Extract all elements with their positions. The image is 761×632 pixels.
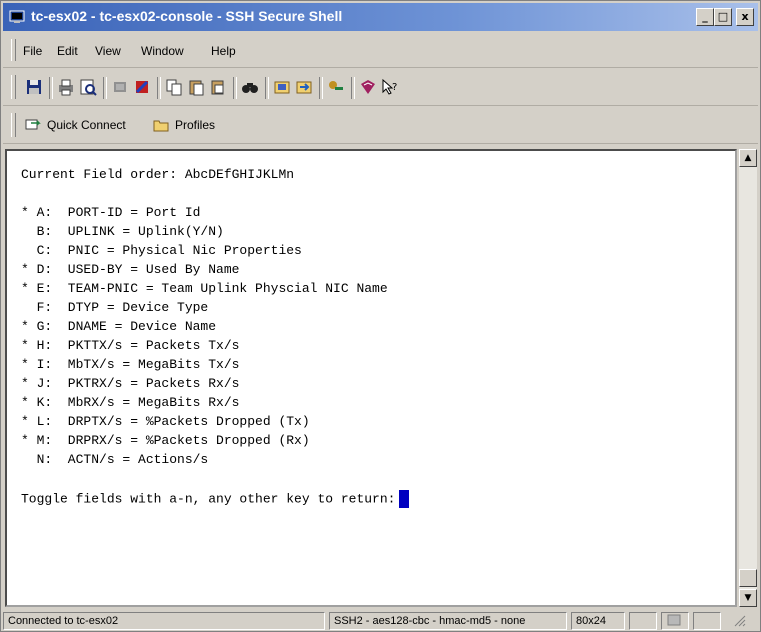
menubar-grip[interactable] bbox=[11, 39, 16, 61]
status-cipher: SSH2 - aes128-cbc - hmac-md5 - none bbox=[329, 612, 567, 630]
maximize-button[interactable]: □ bbox=[714, 8, 732, 26]
encryption-icon bbox=[667, 614, 681, 626]
print-preview-icon[interactable] bbox=[79, 78, 97, 96]
context-help-icon[interactable]: ? bbox=[381, 78, 399, 96]
scroll-down-button[interactable]: ▼ bbox=[739, 589, 757, 607]
folder-icon bbox=[153, 120, 169, 132]
terminal-prompt: Toggle fields with a-n, any other key to… bbox=[21, 491, 396, 507]
title-bar[interactable]: tc-esx02 - tc-esx02-console - SSH Secure… bbox=[3, 3, 758, 31]
terminal-line: * M: DRPRX/s = %Packets Dropped (Rx) bbox=[21, 433, 310, 448]
terminal-line: * H: PKTTX/s = Packets Tx/s bbox=[21, 338, 240, 353]
toolbar-separator bbox=[49, 77, 53, 99]
terminal-line: N: ACTN/s = Actions/s bbox=[21, 452, 209, 467]
profiles-button[interactable]: Profiles bbox=[153, 114, 233, 136]
toolbar: ? bbox=[3, 69, 758, 106]
svg-text:?: ? bbox=[392, 82, 397, 93]
status-bar: Connected to tc-esx02 SSH2 - aes128-cbc … bbox=[3, 611, 758, 631]
scroll-thumb[interactable] bbox=[739, 569, 757, 587]
settings-icon[interactable] bbox=[133, 78, 151, 96]
status-terminal-size: 80x24 bbox=[571, 612, 625, 630]
save-icon[interactable] bbox=[25, 78, 43, 96]
quick-connect-icon bbox=[25, 119, 41, 130]
menu-file[interactable]: File bbox=[23, 44, 42, 58]
terminal-line: * K: MbRX/s = MegaBits Rx/s bbox=[21, 395, 240, 410]
quick-connect-bar: Quick Connect Profiles bbox=[3, 107, 758, 144]
terminal-line: * D: USED-BY = Used By Name bbox=[21, 262, 240, 277]
quickbar-grip[interactable] bbox=[11, 113, 16, 137]
terminal-prompt-line: Toggle fields with a-n, any other key to… bbox=[21, 490, 410, 508]
scroll-up-button[interactable]: ▲ bbox=[739, 149, 757, 167]
copy-icon[interactable] bbox=[165, 78, 183, 96]
terminal-line: B: UPLINK = Uplink(Y/N) bbox=[21, 224, 224, 239]
app-icon bbox=[9, 10, 25, 23]
paste-icon[interactable] bbox=[187, 78, 205, 96]
terminal-cursor bbox=[399, 490, 410, 508]
new-terminal-icon[interactable] bbox=[273, 78, 291, 96]
status-panel-empty bbox=[629, 612, 657, 630]
minimize-button[interactable]: _ bbox=[696, 8, 714, 26]
vertical-scrollbar[interactable]: ▲ ▼ bbox=[739, 149, 757, 607]
status-connection: Connected to tc-esx02 bbox=[3, 612, 325, 630]
close-button[interactable]: x bbox=[736, 8, 754, 26]
terminal-line: * E: TEAM-PNIC = Team Uplink Physcial NI… bbox=[21, 281, 388, 296]
print-icon[interactable] bbox=[57, 78, 75, 96]
toolbar-separator bbox=[233, 77, 237, 99]
toolbar-separator bbox=[157, 77, 161, 99]
terminal-area[interactable]: Current Field order: AbcDEfGHIJKLMn * A:… bbox=[5, 149, 737, 607]
new-file-transfer-icon[interactable] bbox=[295, 78, 313, 96]
ssh-client-window: tc-esx02 - tc-esx02-console - SSH Secure… bbox=[0, 0, 761, 632]
terminal-line: * A: PORT-ID = Port Id bbox=[21, 205, 201, 220]
paste-alt-icon[interactable] bbox=[209, 78, 227, 96]
toolbar-separator bbox=[351, 77, 355, 99]
menu-help[interactable]: Help bbox=[211, 44, 236, 58]
disconnect-icon[interactable] bbox=[111, 78, 129, 96]
status-panel-empty bbox=[693, 612, 721, 630]
terminal-line: Current Field order: AbcDEfGHIJKLMn bbox=[21, 167, 295, 182]
help-book-icon[interactable] bbox=[359, 78, 377, 96]
terminal-line: * L: DRPTX/s = %Packets Dropped (Tx) bbox=[21, 414, 310, 429]
terminal-line: * G: DNAME = Device Name bbox=[21, 319, 217, 334]
menu-view[interactable]: View bbox=[95, 44, 121, 58]
resize-grip[interactable] bbox=[725, 612, 757, 630]
terminal-line: F: DTYP = Device Type bbox=[21, 300, 209, 315]
profiles-label: Profiles bbox=[175, 118, 216, 132]
terminal-line: * J: PKTRX/s = Packets Rx/s bbox=[21, 376, 240, 391]
menu-edit[interactable]: Edit bbox=[57, 44, 78, 58]
quick-connect-button[interactable]: Quick Connect bbox=[25, 114, 143, 136]
menu-window[interactable]: Window bbox=[141, 44, 184, 58]
quick-connect-label: Quick Connect bbox=[47, 118, 126, 132]
find-icon[interactable] bbox=[241, 78, 259, 96]
window-title: tc-esx02 - tc-esx02-console - SSH Secure… bbox=[31, 8, 343, 24]
terminal-line: C: PNIC = Physical Nic Properties bbox=[21, 243, 302, 258]
key-icon[interactable] bbox=[327, 78, 345, 96]
toolbar-separator bbox=[103, 77, 107, 99]
toolbar-grip[interactable] bbox=[11, 75, 16, 99]
menu-bar: File Edit View Window Help bbox=[3, 33, 758, 68]
terminal-line: * I: MbTX/s = MegaBits Tx/s bbox=[21, 357, 240, 372]
status-encryption-panel bbox=[661, 612, 689, 630]
toolbar-separator bbox=[265, 77, 269, 99]
toolbar-separator bbox=[319, 77, 323, 99]
resize-grip-icon bbox=[734, 615, 746, 627]
